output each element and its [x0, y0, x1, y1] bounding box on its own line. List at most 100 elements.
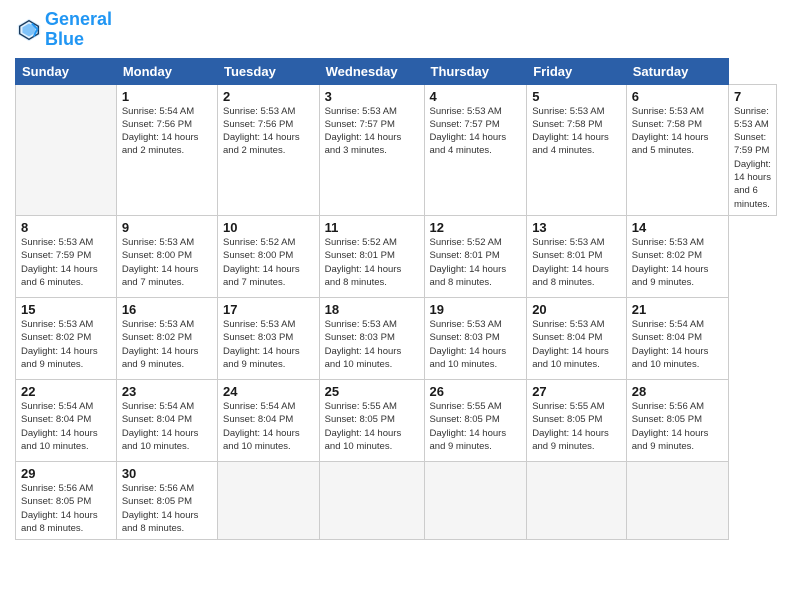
calendar-week-2: 8 Sunrise: 5:53 AMSunset: 7:59 PMDayligh…: [16, 215, 777, 297]
empty-cell: [319, 461, 424, 539]
day-number: 9: [122, 220, 212, 235]
day-info: Sunrise: 5:53 AMSunset: 8:04 PMDaylight:…: [532, 319, 609, 370]
day-info: Sunrise: 5:56 AMSunset: 8:05 PMDaylight:…: [632, 401, 709, 452]
day-number: 8: [21, 220, 111, 235]
calendar-day-12: 12 Sunrise: 5:52 AMSunset: 8:01 PMDaylig…: [424, 215, 527, 297]
calendar-day-16: 16 Sunrise: 5:53 AMSunset: 8:02 PMDaylig…: [116, 297, 217, 379]
day-info: Sunrise: 5:54 AMSunset: 8:04 PMDaylight:…: [632, 319, 709, 370]
calendar-day-30: 30 Sunrise: 5:56 AMSunset: 8:05 PMDaylig…: [116, 461, 217, 539]
day-info: Sunrise: 5:55 AMSunset: 8:05 PMDaylight:…: [430, 401, 507, 452]
day-info: Sunrise: 5:53 AMSunset: 8:03 PMDaylight:…: [325, 319, 402, 370]
calendar-day-7: 7 Sunrise: 5:53 AMSunset: 7:59 PMDayligh…: [728, 84, 776, 215]
day-number: 20: [532, 302, 621, 317]
calendar-day-24: 24 Sunrise: 5:54 AMSunset: 8:04 PMDaylig…: [218, 379, 320, 461]
day-info: Sunrise: 5:54 AMSunset: 8:04 PMDaylight:…: [21, 401, 98, 452]
day-number: 13: [532, 220, 621, 235]
empty-cell: [218, 461, 320, 539]
day-info: Sunrise: 5:53 AMSunset: 8:00 PMDaylight:…: [122, 237, 199, 288]
weekday-header-monday: Monday: [116, 58, 217, 84]
calendar-day-8: 8 Sunrise: 5:53 AMSunset: 7:59 PMDayligh…: [16, 215, 117, 297]
day-number: 10: [223, 220, 314, 235]
day-info: Sunrise: 5:55 AMSunset: 8:05 PMDaylight:…: [325, 401, 402, 452]
weekday-header-thursday: Thursday: [424, 58, 527, 84]
day-info: Sunrise: 5:53 AMSunset: 7:56 PMDaylight:…: [223, 106, 300, 157]
logo: General Blue: [15, 10, 112, 50]
empty-cell: [527, 461, 627, 539]
day-number: 14: [632, 220, 723, 235]
calendar-day-13: 13 Sunrise: 5:53 AMSunset: 8:01 PMDaylig…: [527, 215, 627, 297]
day-number: 6: [632, 89, 723, 104]
calendar-day-18: 18 Sunrise: 5:53 AMSunset: 8:03 PMDaylig…: [319, 297, 424, 379]
logo-icon: [15, 16, 43, 44]
calendar-day-3: 3 Sunrise: 5:53 AMSunset: 7:57 PMDayligh…: [319, 84, 424, 215]
day-number: 17: [223, 302, 314, 317]
day-number: 23: [122, 384, 212, 399]
empty-cell: [16, 84, 117, 215]
calendar-day-15: 15 Sunrise: 5:53 AMSunset: 8:02 PMDaylig…: [16, 297, 117, 379]
calendar-day-9: 9 Sunrise: 5:53 AMSunset: 8:00 PMDayligh…: [116, 215, 217, 297]
weekday-header-tuesday: Tuesday: [218, 58, 320, 84]
day-info: Sunrise: 5:52 AMSunset: 8:01 PMDaylight:…: [430, 237, 507, 288]
day-number: 11: [325, 220, 419, 235]
day-number: 2: [223, 89, 314, 104]
calendar-day-4: 4 Sunrise: 5:53 AMSunset: 7:57 PMDayligh…: [424, 84, 527, 215]
calendar-day-26: 26 Sunrise: 5:55 AMSunset: 8:05 PMDaylig…: [424, 379, 527, 461]
calendar-day-6: 6 Sunrise: 5:53 AMSunset: 7:58 PMDayligh…: [626, 84, 728, 215]
day-number: 7: [734, 89, 771, 104]
day-info: Sunrise: 5:53 AMSunset: 7:58 PMDaylight:…: [532, 106, 609, 157]
day-info: Sunrise: 5:54 AMSunset: 8:04 PMDaylight:…: [122, 401, 199, 452]
calendar-day-29: 29 Sunrise: 5:56 AMSunset: 8:05 PMDaylig…: [16, 461, 117, 539]
calendar-day-20: 20 Sunrise: 5:53 AMSunset: 8:04 PMDaylig…: [527, 297, 627, 379]
day-info: Sunrise: 5:53 AMSunset: 7:58 PMDaylight:…: [632, 106, 709, 157]
calendar-day-23: 23 Sunrise: 5:54 AMSunset: 8:04 PMDaylig…: [116, 379, 217, 461]
day-info: Sunrise: 5:53 AMSunset: 8:02 PMDaylight:…: [122, 319, 199, 370]
calendar-day-10: 10 Sunrise: 5:52 AMSunset: 8:00 PMDaylig…: [218, 215, 320, 297]
logo-text-blue: Blue: [45, 30, 112, 50]
day-number: 18: [325, 302, 419, 317]
day-number: 16: [122, 302, 212, 317]
day-number: 12: [430, 220, 522, 235]
day-info: Sunrise: 5:53 AMSunset: 8:03 PMDaylight:…: [430, 319, 507, 370]
calendar-day-11: 11 Sunrise: 5:52 AMSunset: 8:01 PMDaylig…: [319, 215, 424, 297]
day-info: Sunrise: 5:53 AMSunset: 7:57 PMDaylight:…: [430, 106, 507, 157]
weekday-header-wednesday: Wednesday: [319, 58, 424, 84]
day-number: 28: [632, 384, 723, 399]
day-info: Sunrise: 5:54 AMSunset: 7:56 PMDaylight:…: [122, 106, 199, 157]
weekday-header-saturday: Saturday: [626, 58, 728, 84]
weekday-header-friday: Friday: [527, 58, 627, 84]
calendar-week-1: 1 Sunrise: 5:54 AMSunset: 7:56 PMDayligh…: [16, 84, 777, 215]
calendar-day-1: 1 Sunrise: 5:54 AMSunset: 7:56 PMDayligh…: [116, 84, 217, 215]
day-info: Sunrise: 5:53 AMSunset: 8:03 PMDaylight:…: [223, 319, 300, 370]
day-number: 30: [122, 466, 212, 481]
day-number: 29: [21, 466, 111, 481]
calendar-day-14: 14 Sunrise: 5:53 AMSunset: 8:02 PMDaylig…: [626, 215, 728, 297]
calendar-day-21: 21 Sunrise: 5:54 AMSunset: 8:04 PMDaylig…: [626, 297, 728, 379]
day-number: 24: [223, 384, 314, 399]
day-number: 25: [325, 384, 419, 399]
day-number: 4: [430, 89, 522, 104]
day-info: Sunrise: 5:53 AMSunset: 8:01 PMDaylight:…: [532, 237, 609, 288]
calendar-day-19: 19 Sunrise: 5:53 AMSunset: 8:03 PMDaylig…: [424, 297, 527, 379]
day-info: Sunrise: 5:55 AMSunset: 8:05 PMDaylight:…: [532, 401, 609, 452]
empty-cell: [424, 461, 527, 539]
calendar-day-17: 17 Sunrise: 5:53 AMSunset: 8:03 PMDaylig…: [218, 297, 320, 379]
day-info: Sunrise: 5:56 AMSunset: 8:05 PMDaylight:…: [21, 483, 98, 534]
calendar-day-5: 5 Sunrise: 5:53 AMSunset: 7:58 PMDayligh…: [527, 84, 627, 215]
calendar-day-25: 25 Sunrise: 5:55 AMSunset: 8:05 PMDaylig…: [319, 379, 424, 461]
calendar-header-row: SundayMondayTuesdayWednesdayThursdayFrid…: [16, 58, 777, 84]
day-number: 19: [430, 302, 522, 317]
calendar-day-28: 28 Sunrise: 5:56 AMSunset: 8:05 PMDaylig…: [626, 379, 728, 461]
day-number: 1: [122, 89, 212, 104]
calendar-day-27: 27 Sunrise: 5:55 AMSunset: 8:05 PMDaylig…: [527, 379, 627, 461]
day-number: 22: [21, 384, 111, 399]
day-info: Sunrise: 5:53 AMSunset: 7:59 PMDaylight:…: [21, 237, 98, 288]
calendar-week-4: 22 Sunrise: 5:54 AMSunset: 8:04 PMDaylig…: [16, 379, 777, 461]
calendar-day-22: 22 Sunrise: 5:54 AMSunset: 8:04 PMDaylig…: [16, 379, 117, 461]
day-number: 3: [325, 89, 419, 104]
day-number: 21: [632, 302, 723, 317]
calendar-week-5: 29 Sunrise: 5:56 AMSunset: 8:05 PMDaylig…: [16, 461, 777, 539]
day-info: Sunrise: 5:52 AMSunset: 8:01 PMDaylight:…: [325, 237, 402, 288]
page-header: General Blue: [15, 10, 777, 50]
calendar-day-2: 2 Sunrise: 5:53 AMSunset: 7:56 PMDayligh…: [218, 84, 320, 215]
day-number: 15: [21, 302, 111, 317]
